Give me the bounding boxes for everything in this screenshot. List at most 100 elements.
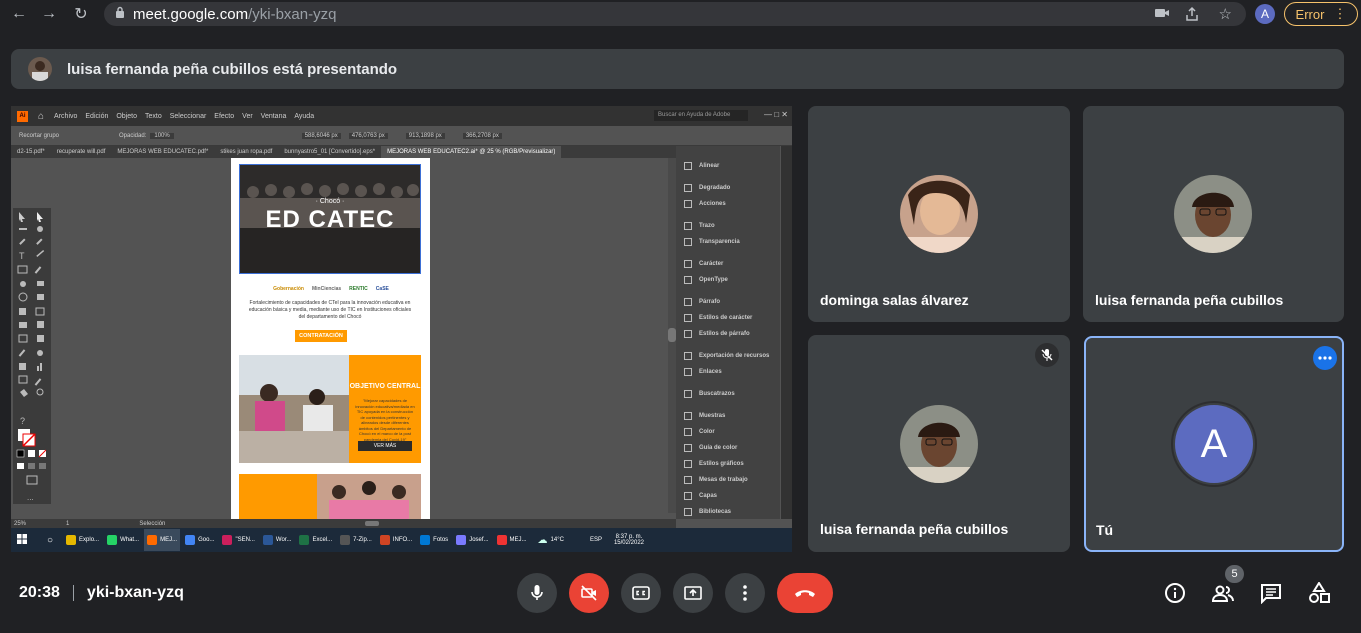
panel-list: Alinear Degradado Acciones Trazo Transparenc… [676, 146, 780, 520]
panel-tab[interactable]: Párrafo [676, 294, 780, 310]
horizontal-scroll-thumb[interactable] [365, 521, 380, 526]
window-controls[interactable]: — □ ✕ [764, 110, 788, 119]
y-value[interactable]: 476,0763 px [348, 132, 388, 139]
participant-tile-2[interactable]: luisa fernanda peña cubillos [1083, 106, 1344, 322]
ai-menu-item[interactable]: Texto [145, 113, 162, 120]
taskbar-app[interactable]: MEJ... [494, 529, 530, 551]
contratacion-button[interactable]: CONTRATACIÓN [295, 330, 347, 342]
taskbar-app[interactable]: INFO... [377, 529, 415, 551]
panel-tab[interactable]: Acciones [676, 196, 780, 212]
captions-button[interactable] [621, 573, 661, 613]
scroll-thumb[interactable] [668, 328, 676, 342]
panel-tab[interactable]: Bibliotecas [676, 504, 780, 520]
people-button[interactable] [1211, 582, 1234, 609]
chat-button[interactable] [1260, 582, 1282, 609]
participant-tile-3[interactable]: luisa fernanda peña cubillos [808, 335, 1070, 552]
panel-tab[interactable]: Trazo [676, 218, 780, 234]
forward-icon[interactable]: → [38, 3, 60, 25]
windows-start-icon[interactable] [17, 531, 29, 549]
ai-menu-item[interactable]: Seleccionar [170, 113, 207, 120]
ai-menu-item[interactable]: Edición [85, 113, 108, 120]
ai-menu-item[interactable]: Ver [242, 113, 253, 120]
document-tab[interactable]: stikes juan ropa.pdf [214, 146, 278, 158]
panel-tab[interactable]: Buscatrazos [676, 386, 780, 402]
panel-tab[interactable]: Mesas de trabajo [676, 472, 780, 488]
ai-menu-item[interactable]: Objeto [116, 113, 137, 120]
app-icon [496, 535, 507, 545]
panel-tab[interactable]: Estilos de carácter [676, 310, 780, 326]
taskbar-app[interactable]: 7-Zip... [337, 529, 375, 551]
address-bar[interactable]: meet.google.com/yki-bxan-yzq ☆ [104, 2, 1246, 26]
panel-tab[interactable]: Capas [676, 488, 780, 504]
search-circle-icon[interactable]: ○ [47, 535, 53, 546]
panels-dock: Alinear Degradado Acciones Trazo Transparenc… [676, 146, 780, 519]
participant-name: Tú [1096, 522, 1114, 538]
panel-tab[interactable]: Transparencia [676, 234, 780, 250]
bookmark-star-icon[interactable]: ☆ [1219, 5, 1232, 23]
mic-button[interactable] [517, 573, 557, 613]
opacity-value[interactable]: 100% [150, 132, 174, 139]
status-zoom[interactable]: 25% [14, 521, 26, 527]
meeting-details-button[interactable] [1164, 582, 1186, 609]
back-icon[interactable]: ← [8, 3, 30, 25]
camera-blocked-icon[interactable] [1154, 6, 1170, 25]
present-button[interactable] [673, 573, 713, 613]
more-options-button[interactable] [725, 573, 765, 613]
profile-avatar[interactable]: A [1255, 4, 1275, 24]
panel-tab[interactable]: OpenType [676, 272, 780, 288]
ai-menu-item[interactable]: Archivo [54, 113, 77, 120]
error-button[interactable]: Error ⋮ [1284, 2, 1358, 26]
taskbar-app[interactable]: MEJ... [144, 529, 181, 551]
panel-tab[interactable]: Exportación de recursos [676, 348, 780, 364]
document-tab[interactable]: recuperate will.pdf [51, 146, 112, 158]
leave-call-button[interactable] [777, 573, 833, 613]
camera-button[interactable] [569, 573, 609, 613]
panel-tab[interactable]: Estilos de párrafo [676, 326, 780, 342]
taskbar-app[interactable]: "SEN... [219, 529, 257, 551]
ai-menu-item[interactable]: Ayuda [294, 113, 314, 120]
ver-mas-button[interactable]: VER MÁS [358, 441, 412, 451]
status-page[interactable]: 1 [66, 521, 69, 527]
h-value[interactable]: 366,2708 px [462, 132, 502, 139]
canvas-vertical-scrollbar[interactable] [668, 158, 676, 513]
taskbar-app[interactable]: Goo... [182, 529, 217, 551]
taskbar-app[interactable]: Fotos [417, 529, 451, 551]
share-icon[interactable] [1184, 6, 1200, 27]
ai-menu-item[interactable]: Efecto [214, 113, 234, 120]
taskbar-app[interactable]: Excel... [296, 529, 335, 551]
panel-tab[interactable]: Alinear [676, 158, 780, 174]
panel-tab[interactable]: Carácter [676, 256, 780, 272]
taskbar-app[interactable]: What... [104, 529, 142, 551]
panel-tab[interactable]: Muestras [676, 408, 780, 424]
panel-tab[interactable]: Enlaces [676, 364, 780, 380]
document-tab[interactable]: bunnyastro5_01 [Convertido].eps* [278, 146, 381, 158]
panel-tab[interactable]: Color [676, 424, 780, 440]
taskbar-app[interactable]: Explo... [63, 529, 102, 551]
more-options-icon[interactable] [1313, 346, 1337, 370]
panel-tab[interactable]: Guía de color [676, 440, 780, 456]
tools-icons[interactable]: T ? ... [13, 208, 51, 504]
reload-icon[interactable]: ↻ [70, 3, 92, 25]
document-tab[interactable]: MEJORAS WEB EDUCATEC2.ai* @ 25 % (RGB/Pr… [381, 146, 562, 158]
browser-toolbar: ← → ↻ meet.google.com/yki-bxan-yzq ☆ A E… [0, 0, 1361, 28]
taskbar-app[interactable]: Wor... [260, 529, 295, 551]
clock[interactable]: 8:37 p. m. 15/02/2022 [614, 534, 644, 546]
help-search-input[interactable]: Buscar en Ayuda de Adobe [654, 110, 748, 121]
language[interactable]: ESP [590, 537, 602, 543]
panel-tab[interactable]: Estilos gráficos [676, 456, 780, 472]
hero-banner: · Chocó · ED CATEC [239, 164, 421, 274]
participant-tile-self[interactable]: A Tú [1084, 336, 1344, 552]
w-value[interactable]: 913,1898 px [405, 132, 445, 139]
ai-menu-item[interactable]: Ventana [261, 113, 287, 120]
dock-scrollbar[interactable] [781, 146, 792, 519]
activities-button[interactable] [1308, 581, 1330, 609]
ai-menu-list: Archivo Edición Objeto Texto Seleccionar Efec… [54, 113, 314, 120]
document-tab[interactable]: d2-15.pdf* [11, 146, 51, 158]
document-tab[interactable]: MEJORAS WEB EDUCATEC.pdf* [111, 146, 214, 158]
x-value[interactable]: 588,6046 px [301, 132, 341, 139]
taskbar-app[interactable]: Josef... [453, 529, 491, 551]
participant-name: dominga salas álvarez [820, 292, 969, 308]
panel-tab[interactable]: Degradado [676, 180, 780, 196]
participant-tile-1[interactable]: dominga salas álvarez [808, 106, 1070, 322]
windows-taskbar: ○ Explo... What... MEJ... Goo... "SEN... Wor.… [11, 528, 792, 552]
